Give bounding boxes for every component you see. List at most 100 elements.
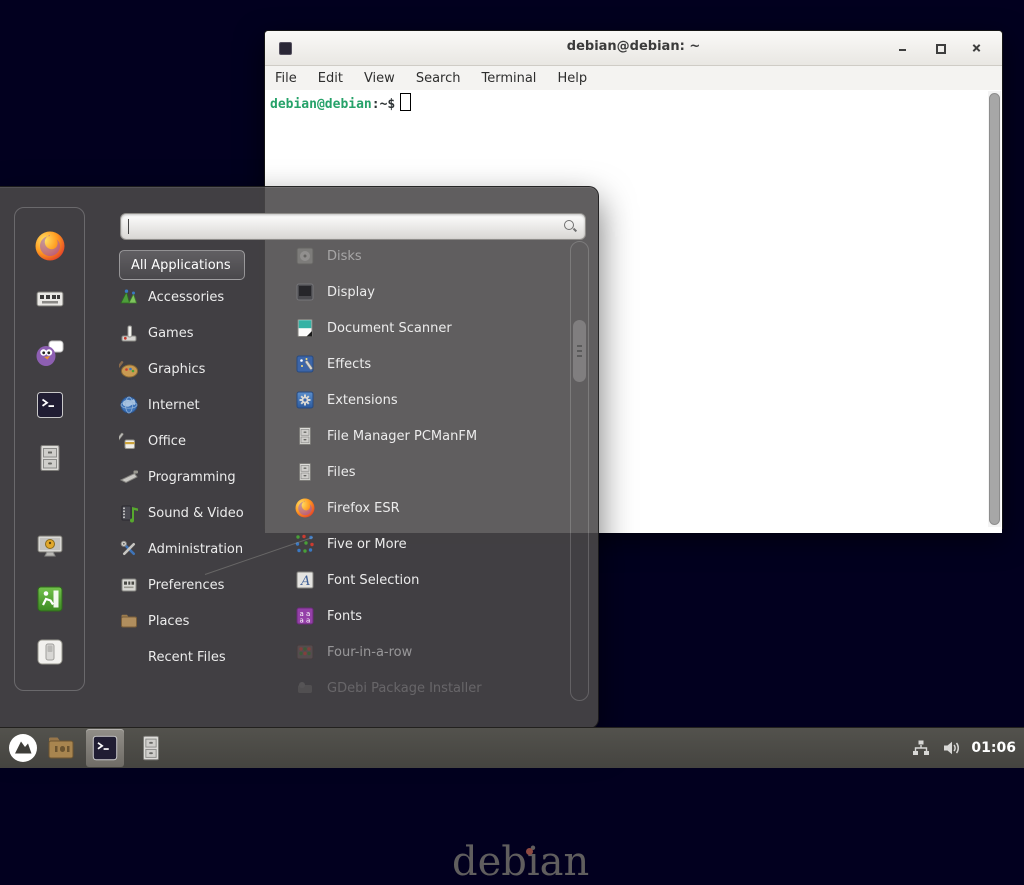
category-programming[interactable]: Programming — [119, 459, 271, 495]
terminal-cursor — [400, 93, 411, 111]
menu-search[interactable]: Search — [416, 71, 461, 86]
menu-launcher-button[interactable] — [4, 729, 42, 767]
category-office[interactable]: Office — [119, 423, 271, 459]
file-cabinet-icon — [136, 733, 166, 763]
lock-screen-icon — [34, 530, 66, 562]
system-tray: 01:06 — [911, 738, 1016, 758]
menu-file[interactable]: File — [275, 71, 297, 86]
internet-icon — [119, 395, 139, 415]
sound-video-icon — [119, 503, 139, 523]
taskbar-clock[interactable]: 01:06 — [971, 740, 1016, 756]
menu-terminal[interactable]: Terminal — [481, 71, 536, 86]
all-applications-button[interactable]: All Applications — [119, 250, 245, 280]
menu-edit[interactable]: Edit — [318, 71, 343, 86]
volume-icon[interactable] — [941, 738, 961, 758]
lock-screen-button[interactable] — [34, 530, 66, 562]
taskbar-files-button[interactable] — [132, 729, 170, 767]
terminal-menubar: File Edit View Search Terminal Help — [265, 66, 1002, 90]
preferences-icon — [119, 575, 139, 595]
menu-launcher-icon — [8, 733, 38, 763]
programming-icon — [119, 467, 139, 487]
prompt-suffix: :~$ — [372, 97, 395, 112]
favorite-file-manager-button[interactable] — [34, 442, 66, 474]
administration-icon — [119, 539, 139, 559]
category-graphics[interactable]: Graphics — [119, 351, 271, 387]
app-firefox-esr[interactable]: Firefox ESR — [270, 490, 566, 526]
menu-scrollbar[interactable] — [570, 241, 589, 701]
magnifier-icon — [563, 219, 577, 233]
wallpaper-watermark: debian — [452, 839, 589, 885]
app-gdebi-package-installer[interactable]: GDebi Package Installer — [270, 670, 566, 706]
app-disks[interactable]: Disks — [270, 238, 566, 274]
network-icon[interactable] — [911, 738, 931, 758]
terminal-titlebar[interactable]: debian@debian: ~ — [265, 31, 1002, 66]
app-document-scanner[interactable]: Document Scanner — [270, 310, 566, 346]
display-icon — [294, 281, 316, 303]
favorite-terminal-button[interactable] — [34, 389, 66, 421]
watermark-red-dot — [526, 848, 533, 855]
category-games[interactable]: Games — [119, 315, 271, 351]
disks-icon — [294, 245, 316, 267]
taskbar-terminal-button[interactable] — [86, 729, 124, 767]
application-list: Disks Display Document Scanner — [270, 238, 566, 706]
text-cursor — [128, 219, 129, 234]
taskbar: 01:06 — [0, 727, 1024, 768]
terminal-scrollbar-thumb[interactable] — [989, 93, 1000, 525]
app-fonts[interactable]: a a a a Fonts — [270, 598, 566, 634]
favorite-keyboard-button[interactable] — [34, 283, 66, 315]
desktop: { "desktop": { "watermark_text": "debian… — [0, 0, 1024, 768]
menu-help[interactable]: Help — [557, 71, 587, 86]
folder-d-icon — [45, 732, 77, 764]
app-display[interactable]: Display — [270, 274, 566, 310]
menu-scrollbar-thumb[interactable] — [573, 320, 586, 382]
taskbar-file-manager-button[interactable] — [42, 729, 80, 767]
svg-text:a a: a a — [300, 617, 311, 625]
document-scanner-icon — [294, 317, 316, 339]
category-recent-files[interactable]: Recent Files — [119, 639, 271, 675]
minimize-icon[interactable] — [896, 41, 910, 55]
shutdown-button[interactable] — [34, 636, 66, 668]
fonts-icon: a a a a — [294, 605, 316, 627]
menu-view[interactable]: View — [364, 71, 395, 86]
app-effects[interactable]: Effects — [270, 346, 566, 382]
log-out-button[interactable] — [34, 583, 66, 615]
app-files[interactable]: Files — [270, 454, 566, 490]
terminal-scrollbar[interactable] — [988, 91, 1001, 527]
app-font-selection[interactable]: A Font Selection — [270, 562, 566, 598]
keyboard-icon — [34, 283, 66, 315]
maximize-icon[interactable] — [933, 41, 947, 55]
app-five-or-more[interactable]: Five or More — [270, 526, 566, 562]
places-icon — [119, 611, 139, 631]
app-four-in-a-row[interactable]: Four-in-a-row — [270, 634, 566, 670]
log-out-icon — [34, 583, 66, 615]
favorites-column — [14, 207, 85, 691]
category-places[interactable]: Places — [119, 603, 271, 639]
file-cabinet-icon — [294, 425, 316, 447]
terminal-icon — [34, 389, 66, 421]
app-extensions[interactable]: Extensions — [270, 382, 566, 418]
app-file-manager-pcmanfm[interactable]: File Manager PCManFM — [270, 418, 566, 454]
font-selection-icon: A — [294, 569, 316, 591]
close-icon[interactable] — [970, 41, 984, 55]
favorite-pidgin-button[interactable] — [34, 336, 66, 368]
effects-icon — [294, 353, 316, 375]
window-title: debian@debian: ~ — [265, 39, 1002, 54]
gdebi-icon — [294, 677, 316, 699]
category-list: Accessories Games Graphics — [119, 279, 271, 675]
extensions-icon — [294, 389, 316, 411]
file-cabinet-icon — [294, 461, 316, 483]
category-preferences[interactable]: Preferences — [119, 567, 271, 603]
shutdown-icon — [34, 636, 66, 668]
firefox-icon — [294, 497, 316, 519]
office-icon — [119, 431, 139, 451]
file-cabinet-icon — [34, 442, 66, 474]
svg-text:A: A — [300, 574, 310, 589]
favorite-firefox-button[interactable] — [34, 230, 66, 262]
category-internet[interactable]: Internet — [119, 387, 271, 423]
category-sound-video[interactable]: Sound & Video — [119, 495, 271, 531]
category-accessories[interactable]: Accessories — [119, 279, 271, 315]
games-icon — [119, 323, 139, 343]
category-administration[interactable]: Administration — [119, 531, 271, 567]
graphics-icon — [119, 359, 139, 379]
menu-search-input[interactable] — [120, 213, 586, 240]
